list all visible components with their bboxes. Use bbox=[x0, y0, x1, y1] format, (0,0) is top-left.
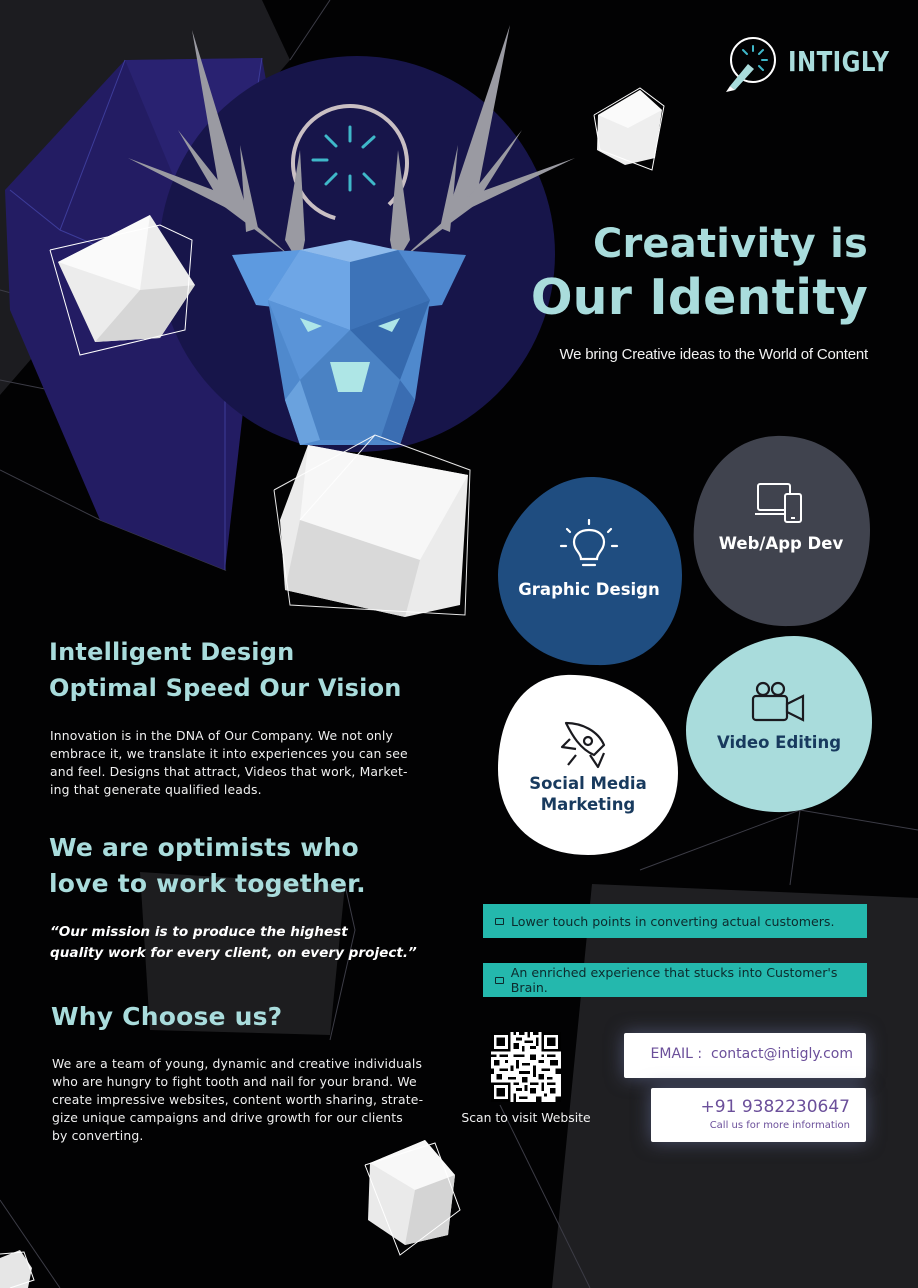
paragraph-line: embrace it, we translate it into experie… bbox=[50, 746, 408, 761]
highlight-text: Lower touch points in converting actual … bbox=[511, 913, 835, 929]
highlight-text: An enriched experience that stucks into … bbox=[510, 965, 838, 995]
service-graphic-design[interactable]: Graphic Design bbox=[496, 475, 682, 667]
why-heading: Why Choose us? bbox=[51, 1002, 283, 1031]
vision-paragraph: Innovation is in the DNA of Our Company.… bbox=[50, 727, 408, 799]
dark-gray-shape-bottom-right bbox=[552, 884, 918, 1288]
chat-bubble-icon bbox=[495, 976, 504, 984]
optimists-heading-line2: love to work together. bbox=[49, 869, 366, 898]
video-camera-icon bbox=[751, 681, 805, 722]
service-label: Video Editing bbox=[716, 733, 842, 752]
rocket-icon bbox=[560, 721, 606, 769]
email-link[interactable]: contact@intigly.com bbox=[711, 1046, 853, 1062]
white-cube-corner bbox=[0, 1250, 35, 1288]
phone-box[interactable]: +91 9382230647 Call us for more informat… bbox=[651, 1088, 866, 1142]
qr-code[interactable] bbox=[491, 1032, 561, 1102]
brand-name: INTIGLY bbox=[788, 45, 890, 78]
lightbulb-icon bbox=[559, 519, 619, 567]
service-web-app-dev[interactable]: Web/App Dev bbox=[690, 434, 872, 628]
blob-shape bbox=[693, 435, 870, 627]
hero-title-line2: Our Identity bbox=[530, 269, 868, 326]
paragraph-line: who are hungry to fight tooth and nail f… bbox=[52, 1074, 417, 1089]
service-label: Web/App Dev bbox=[718, 534, 844, 553]
service-video-editing[interactable]: Video Editing bbox=[684, 634, 874, 814]
poster: INTIGLY Creativity is Our Identity We br… bbox=[0, 0, 918, 1288]
phone-number[interactable]: +91 9382230647 bbox=[701, 1097, 850, 1117]
paragraph-line: by converting. bbox=[52, 1128, 144, 1143]
devices-icon bbox=[755, 483, 802, 523]
vision-heading: Intelligent Design Optimal Speed Our Vis… bbox=[49, 634, 402, 706]
why-paragraph: We are a team of young, dynamic and crea… bbox=[52, 1055, 423, 1145]
phone-note: Call us for more information bbox=[709, 1120, 850, 1131]
highlight-bar-2: An enriched experience that stucks into … bbox=[483, 963, 867, 997]
hero-title-line1: Creativity is bbox=[592, 221, 868, 267]
paragraph-line: ing that generate qualified leads. bbox=[50, 782, 262, 797]
email-box[interactable]: EMAIL : contact@intigly.com bbox=[624, 1033, 866, 1078]
qr-caption: Scan to visit Website bbox=[461, 1110, 591, 1125]
paragraph-line: create impressive websites, content wort… bbox=[52, 1092, 424, 1107]
hero-subtitle: We bring Creative ideas to the World of … bbox=[559, 346, 868, 363]
service-label-line1: Social Media bbox=[529, 774, 647, 793]
hero-title: Creativity is Our Identity bbox=[531, 220, 868, 328]
qr-code-icon bbox=[491, 1032, 561, 1102]
mission-quote: “Our mission is to produce the highest q… bbox=[50, 922, 417, 964]
optimists-heading-line1: We are optimists who bbox=[49, 833, 359, 862]
paragraph-line: We are a team of young, dynamic and crea… bbox=[52, 1056, 423, 1071]
service-label: Social Media Marketing bbox=[496, 773, 680, 815]
optimists-heading: We are optimists who love to work togeth… bbox=[49, 830, 366, 902]
quote-line1: “Our mission is to produce the highest bbox=[50, 924, 348, 940]
service-label-line2: Marketing bbox=[540, 795, 636, 814]
paragraph-line: gize unique campaigns and drive growth f… bbox=[52, 1110, 403, 1125]
white-cube-bottom bbox=[364, 1140, 461, 1256]
paragraph-line: and feel. Designs that attract, Videos t… bbox=[50, 764, 408, 779]
chat-bubble-icon bbox=[495, 917, 504, 925]
brand-logo[interactable]: INTIGLY bbox=[722, 36, 889, 92]
quote-line2: quality work for every client, on every … bbox=[50, 945, 417, 961]
service-label: Graphic Design bbox=[518, 580, 660, 599]
paragraph-line: Innovation is in the DNA of Our Company.… bbox=[50, 728, 394, 743]
email-label: EMAIL : bbox=[650, 1046, 703, 1062]
white-cube-small bbox=[593, 87, 665, 171]
vision-heading-line2: Optimal Speed Our Vision bbox=[49, 674, 402, 702]
email-line: EMAIL : contact@intigly.com bbox=[651, 1046, 853, 1062]
highlight-bar-1: Lower touch points in converting actual … bbox=[483, 904, 867, 938]
white-cube-large bbox=[273, 434, 471, 617]
service-social-media-marketing[interactable]: Social Media Marketing bbox=[496, 673, 680, 855]
logo-pen-icon bbox=[726, 37, 776, 92]
vision-heading-line1: Intelligent Design bbox=[49, 638, 295, 666]
